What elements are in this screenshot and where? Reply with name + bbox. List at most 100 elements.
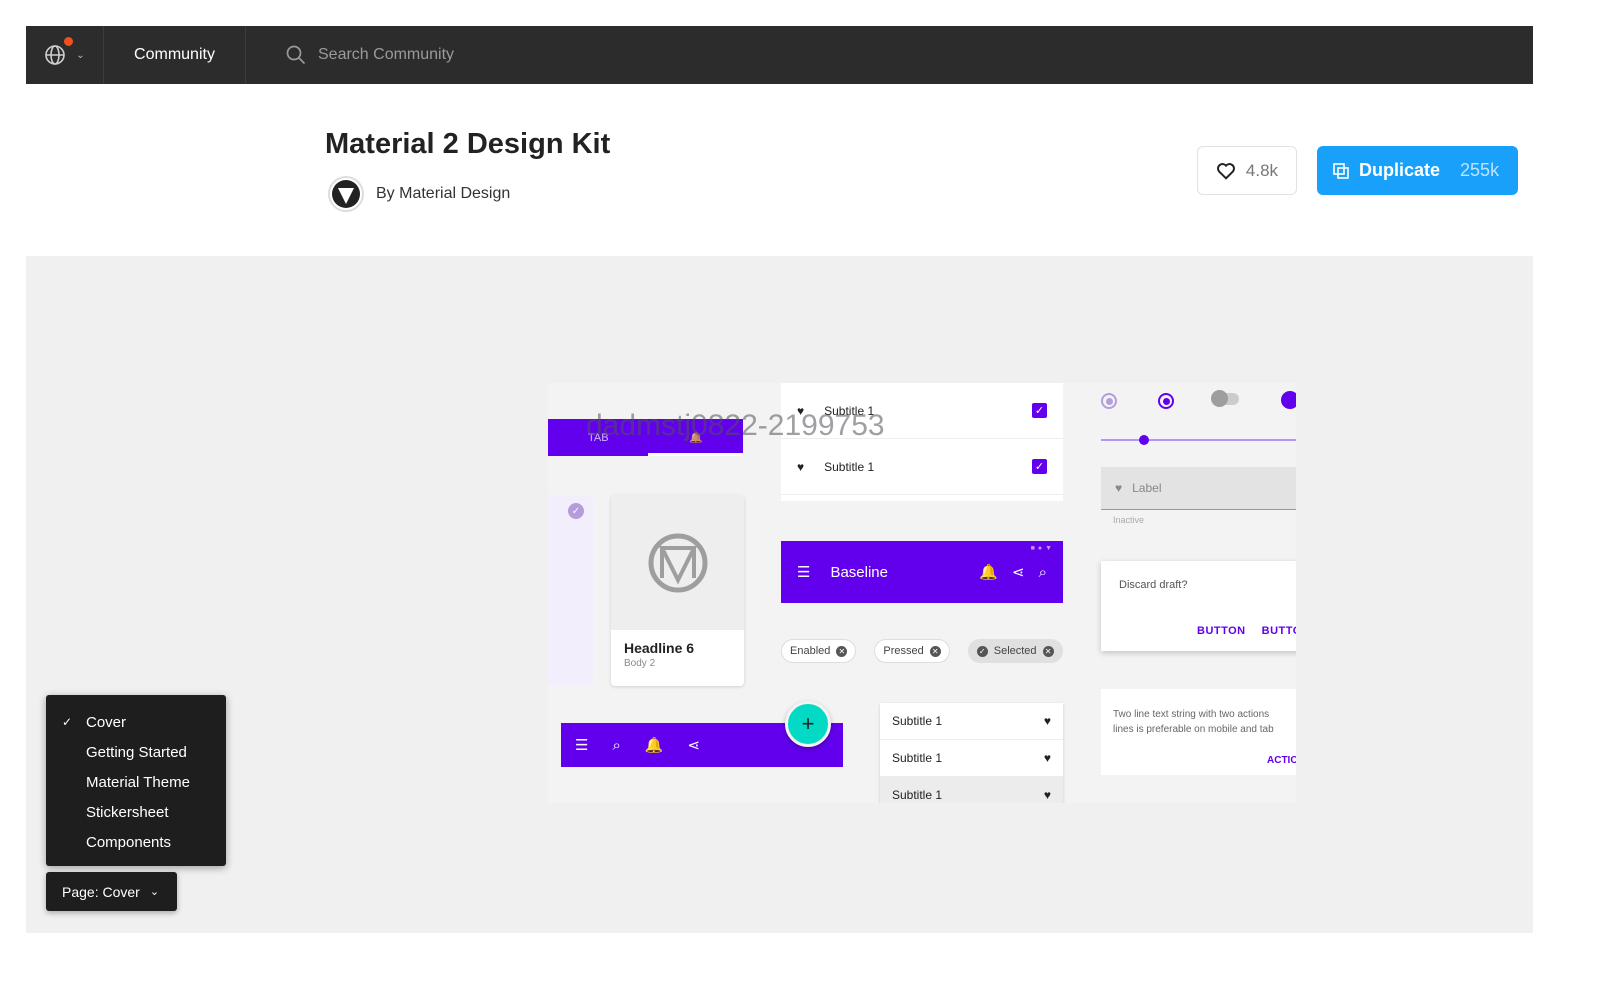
tab-label: TAB (588, 431, 609, 444)
card-sample-partial: ✓ (548, 495, 593, 685)
chip-label: Enabled (790, 645, 831, 657)
page-item-components[interactable]: Components (46, 827, 226, 857)
page-item-label: Components (86, 833, 172, 851)
search-input[interactable] (318, 46, 618, 64)
search-bar[interactable] (286, 45, 618, 65)
heart-icon: ♥ (797, 459, 805, 474)
tab-indicator (648, 453, 743, 456)
cover-thumbnail[interactable]: TAB 🔔 ✓ Headline 6 Body 2 ♥ Subtitle 1 ✓… (548, 383, 1296, 803)
globe-icon (45, 45, 66, 65)
selection-controls-sample (1101, 383, 1296, 443)
dialog-button: BUTTON (1197, 625, 1246, 637)
chip-enabled: Enabled ✕ (781, 639, 857, 663)
heart-icon: ♥ (797, 403, 805, 418)
chip-selected: ✓ Selected ✕ (967, 639, 1063, 663)
chip-label: Selected (993, 645, 1037, 657)
file-preview-canvas: TAB 🔔 ✓ Headline 6 Body 2 ♥ Subtitle 1 ✓… (26, 256, 1533, 933)
list-item: ♥ Subtitle 1 ✓ (781, 383, 1063, 439)
chip-pressed: Pressed ✕ (874, 639, 950, 663)
slider-thumb (1138, 435, 1149, 445)
list-item-text: Subtitle 1 (892, 714, 943, 728)
dialog-sample: Discard draft? BUTTON BUTTON (1101, 561, 1296, 651)
author-name[interactable]: By Material Design (376, 185, 510, 203)
bell-icon: 🔔 (644, 737, 664, 754)
dialog-actions: BUTTON BUTTON (1197, 625, 1296, 637)
page-item-getting-started[interactable]: Getting Started (46, 737, 226, 767)
page-selector-label: Page: Cover (62, 883, 140, 900)
dialog-text: Discard draft? (1119, 579, 1188, 591)
page-item-cover[interactable]: ✓ Cover (46, 707, 226, 737)
slider-track (1101, 439, 1296, 441)
banner-sample: Two line text string with two actions li… (1101, 689, 1296, 775)
dialog-button: BUTTON (1261, 625, 1296, 637)
heart-icon (1216, 162, 1235, 180)
heart-icon: ♥ (1043, 751, 1051, 765)
menu-icon: ☰ (797, 564, 811, 581)
text-field-helper: Inactive (1113, 515, 1145, 525)
page-item-label: Getting Started (86, 743, 187, 761)
list-with-hearts: Subtitle 1 ♥ Subtitle 1 ♥ Subtitle 1 ♥ (880, 703, 1063, 803)
language-menu-button[interactable]: ⌄ (26, 26, 104, 84)
list-item-text: Subtitle 1 (892, 751, 943, 765)
switch-off-icon (1211, 390, 1239, 407)
top-navbar: ⌄ Community (26, 26, 1533, 84)
chevron-down-icon: ⌄ (76, 49, 85, 61)
tab-bar-sample: TAB 🔔 (548, 419, 743, 456)
text-field-sample: ♥ Label (1101, 467, 1296, 510)
fab-sample: + (785, 701, 831, 747)
card-body: Body 2 (624, 658, 656, 669)
list-item: ♥ Subtitle 1 ✓ (781, 439, 1063, 495)
card-sample: Headline 6 Body 2 (611, 495, 744, 686)
status-icons: ■●▼ (1030, 545, 1055, 552)
switch-on-icon (1281, 391, 1296, 409)
page-item-stickersheet[interactable]: Stickersheet (46, 797, 226, 827)
page-item-label: Material Theme (86, 773, 190, 791)
banner-action: ACTION (1267, 755, 1296, 766)
close-icon: ✕ (1042, 645, 1054, 657)
page-item-material-theme[interactable]: Material Theme (46, 767, 226, 797)
page-menu: ✓ Cover Getting Started Material Theme S… (46, 695, 226, 866)
chevron-down-icon: ⌄ (149, 886, 160, 898)
list-item: Subtitle 1 ♥ (880, 777, 1063, 803)
avatar[interactable] (328, 176, 364, 212)
list-item: Subtitle 1 ♥ (880, 740, 1063, 777)
list-item-text: Subtitle 1 (824, 459, 875, 474)
like-count: 4.8k (1245, 160, 1279, 180)
banner-text: Two line text string with two actions li… (1113, 707, 1296, 737)
duplicate-icon (1333, 162, 1349, 179)
search-icon: ⌕ (612, 736, 621, 754)
list-item-text: Subtitle 1 (892, 788, 943, 802)
checkbox-checked: ✓ (1032, 403, 1047, 418)
check-icon: ✓ (62, 715, 73, 729)
close-icon: ✕ (929, 645, 941, 657)
list-item: Subtitle 1 ♥ (880, 703, 1063, 740)
search-icon (286, 45, 306, 65)
heart-icon: ♥ (1115, 481, 1123, 495)
page-title: Material 2 Design Kit (325, 128, 611, 160)
duplicate-count: 255k (1460, 160, 1500, 180)
card-headline: Headline 6 (624, 640, 695, 656)
list-item-text: Subtitle 1 (824, 403, 875, 418)
page-item-label: Cover (86, 713, 127, 731)
author-info[interactable]: By Material Design (328, 176, 510, 212)
checkbox-checked: ✓ (1032, 459, 1047, 474)
notification-dot (64, 37, 73, 46)
banner-line: lines is preferable on mobile and tab (1113, 724, 1274, 735)
text-field-label: Label (1132, 481, 1162, 495)
chip-label: Pressed (883, 645, 924, 657)
heart-icon: ♥ (1043, 788, 1051, 802)
page-selector-button[interactable]: Page: Cover ⌄ (46, 872, 177, 911)
radio-selected-icon (1158, 393, 1174, 409)
heart-icon: ♥ (1043, 714, 1051, 728)
duplicate-label: Duplicate (1359, 160, 1441, 180)
card-media (611, 495, 744, 630)
close-icon: ✕ (836, 645, 848, 657)
menu-icon: ☰ (575, 737, 589, 754)
check-icon: ✓ (976, 645, 988, 657)
material-logo-icon (648, 533, 707, 592)
like-button[interactable]: 4.8k (1197, 146, 1297, 195)
bell-icon: 🔔 (979, 564, 999, 581)
community-link[interactable]: Community (104, 26, 246, 84)
chips-sample: Enabled ✕ Pressed ✕ ✓ Selected ✕ (781, 639, 1063, 663)
duplicate-button[interactable]: Duplicate 255k (1317, 146, 1518, 195)
